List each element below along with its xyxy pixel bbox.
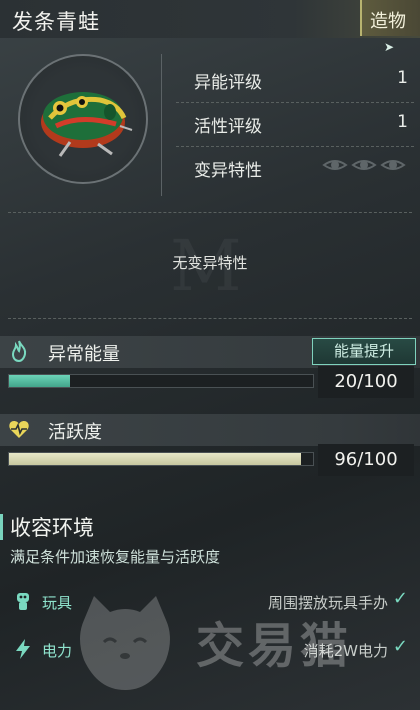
- divider: [8, 212, 412, 213]
- ability-rating-value: 1: [397, 68, 408, 88]
- containment-description: 满足条件加速恢复能量与活跃度: [10, 548, 221, 566]
- activity-label: 活跃度: [48, 422, 102, 443]
- activity-value: 96/100: [318, 444, 414, 476]
- energy-label: 异常能量: [48, 344, 120, 365]
- activity-progress-fill: [9, 453, 301, 465]
- category-tag-label: 造物: [370, 11, 406, 32]
- energy-progress-bar: [8, 374, 314, 388]
- mutation-trait-label: 变异特性: [194, 161, 262, 181]
- item-portrait: [18, 54, 148, 184]
- cat-logo-watermark: [80, 596, 170, 690]
- pointer-cursor-icon: ➤: [383, 40, 394, 54]
- toy-icon: [17, 593, 29, 610]
- energy-boost-button[interactable]: 能量提升: [312, 338, 416, 365]
- flame-icon: [11, 340, 27, 362]
- heart-pulse-icon: [9, 421, 29, 438]
- wind-up-frog-image: [41, 92, 133, 157]
- eye-rating-icon: [322, 160, 406, 170]
- divider: [176, 146, 414, 147]
- lightning-icon: [16, 639, 30, 659]
- category-tag[interactable]: 造物: [360, 0, 420, 36]
- activity-progress-bar: [8, 452, 314, 466]
- page-title: 发条青蛙: [12, 10, 100, 34]
- check-icon: ✓: [392, 588, 408, 609]
- containment-title: 收容环境: [10, 516, 94, 540]
- condition-toy-label: 玩具: [42, 594, 73, 612]
- activity-row: 活跃度: [0, 414, 420, 446]
- check-icon: ✓: [392, 636, 408, 657]
- energy-value: 20/100: [318, 366, 414, 398]
- divider: [8, 318, 412, 319]
- energy-progress-fill: [9, 375, 70, 387]
- section-accent-mark: [0, 514, 3, 540]
- activity-rating-label: 活性评级: [194, 117, 262, 137]
- ability-rating-label: 异能评级: [194, 73, 262, 93]
- activity-rating-value: 1: [397, 112, 408, 132]
- no-mutation-text: 无变异特性: [172, 254, 248, 272]
- divider: [161, 54, 162, 196]
- condition-power-label: 电力: [42, 642, 73, 660]
- watermark-text: 交易猫: [196, 618, 353, 674]
- divider: [176, 102, 414, 103]
